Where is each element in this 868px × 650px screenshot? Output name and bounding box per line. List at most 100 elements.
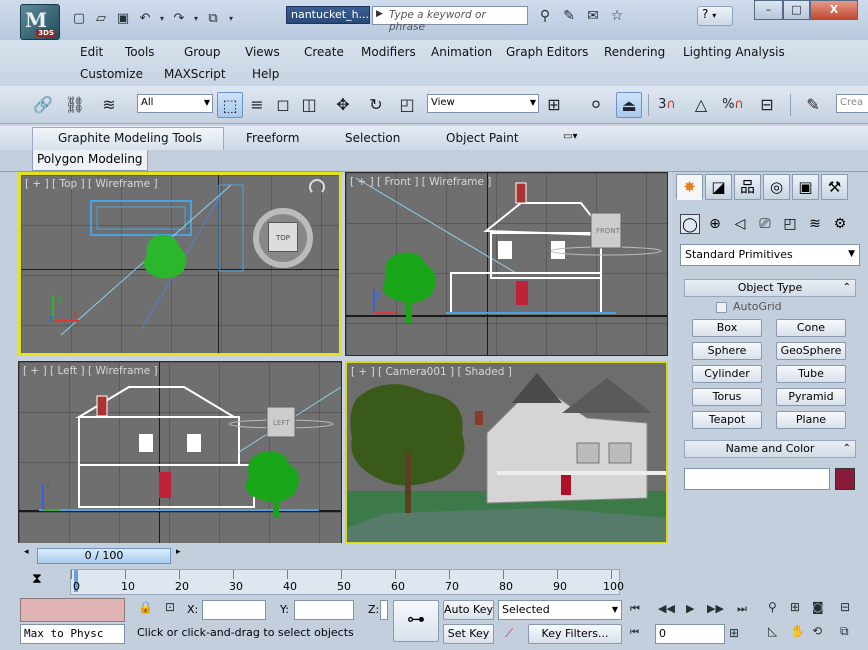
create-panel-tab-icon[interactable]: ✸ xyxy=(676,174,703,200)
maxscript-mini-listener-input[interactable]: Max to Physc xyxy=(20,624,125,644)
current-frame-input[interactable]: 0 xyxy=(655,624,725,644)
key-mode-dropdown[interactable]: Selected ▼ xyxy=(498,600,622,620)
auto-key-button[interactable]: Auto Key xyxy=(443,600,494,620)
geosphere-button[interactable]: GeoSphere xyxy=(776,342,846,360)
viewport-left[interactable]: LEFT z [ + ] [ Left ] [ Wireframe ] xyxy=(18,361,342,544)
set-key-mode-key-icon[interactable]: ⊶ xyxy=(393,600,439,642)
pan-view-icon[interactable]: ✋ xyxy=(790,624,805,638)
viewport-label-front[interactable]: [ + ] [ Front ] [ Wireframe ] xyxy=(350,176,491,188)
save-icon[interactable]: ▣ xyxy=(114,10,132,28)
menu-customize[interactable]: Customize xyxy=(80,67,143,81)
viewport-label-top[interactable]: [ + ] [ Top ] [ Wireframe ] xyxy=(25,178,158,190)
cameras-category-icon[interactable]: ⎚ xyxy=(755,214,775,234)
cylinder-button[interactable]: Cylinder xyxy=(692,365,762,383)
minimize-button[interactable]: – xyxy=(754,0,783,20)
menu-tools[interactable]: Tools xyxy=(125,45,155,59)
set-key-button[interactable]: Set Key xyxy=(443,624,494,644)
keyboard-shortcut-override-icon[interactable]: ⏏ xyxy=(616,92,642,118)
torus-button[interactable]: Torus xyxy=(692,388,762,406)
menu-lighting-analysis[interactable]: Lighting Analysis xyxy=(683,45,785,59)
object-color-swatch[interactable] xyxy=(835,468,855,490)
track-bar[interactable]: 0 10 20 30 40 50 60 70 80 90 100 xyxy=(70,569,624,595)
utilities-panel-tab-icon[interactable]: ⚒ xyxy=(821,174,848,200)
go-to-end-icon[interactable]: ⏭ xyxy=(737,602,747,616)
object-category-dropdown[interactable]: Standard Primitives ▼ xyxy=(680,244,860,266)
tab-graphite-modeling-tools[interactable]: Graphite Modeling Tools xyxy=(58,131,202,145)
select-by-name-icon[interactable]: ≡ xyxy=(244,92,270,118)
snaps-toggle-icon[interactable]: 3∩ xyxy=(654,92,680,118)
select-and-rotate-icon[interactable]: ↻ xyxy=(363,92,389,118)
select-and-move-icon[interactable]: ✥ xyxy=(330,92,356,118)
bind-to-space-warp-icon[interactable]: ≋ xyxy=(96,92,122,118)
quick-access-dropdown-icon[interactable]: ▾ xyxy=(226,10,236,28)
rectangular-selection-region-icon[interactable]: ◻ xyxy=(270,92,296,118)
box-button[interactable]: Box xyxy=(692,319,762,337)
menu-modifiers[interactable]: Modifiers xyxy=(361,45,416,59)
viewport-front[interactable]: FRONT z [ + ] [ Front ] [ Wireframe ] xyxy=(345,172,668,356)
teapot-button[interactable]: Teapot xyxy=(692,411,762,429)
home-icon[interactable] xyxy=(309,179,325,195)
zoom-icon[interactable]: ⚲ xyxy=(768,600,777,614)
menu-rendering[interactable]: Rendering xyxy=(604,45,665,59)
mini-curve-editor-icon[interactable]: ⧗ xyxy=(32,571,42,587)
time-configuration-icon[interactable]: ⊞ xyxy=(729,626,739,640)
viewport-label-left[interactable]: [ + ] [ Left ] [ Wireframe ] xyxy=(23,365,158,377)
favorites-star-icon[interactable]: ☆ xyxy=(608,7,626,25)
viewport-label-camera[interactable]: [ + ] [ Camera001 ] [ Shaded ] xyxy=(351,366,512,378)
menu-create[interactable]: Create xyxy=(304,45,344,59)
previous-frame-arrow-icon[interactable]: ◂ xyxy=(24,547,29,557)
previous-frame-icon[interactable]: ◀◀ xyxy=(658,602,675,615)
help-button[interactable]: ? ▾ xyxy=(697,6,733,26)
info-center-search-input[interactable]: ▶ Type a keyword or phrase xyxy=(372,6,528,33)
use-pivot-center-icon[interactable]: ⊞ xyxy=(541,92,567,118)
go-to-start-icon[interactable]: ⏮ xyxy=(630,602,640,616)
panel-polygon-modeling[interactable]: Polygon Modeling xyxy=(32,150,148,171)
z-coordinate-input[interactable] xyxy=(380,600,388,620)
orbit-icon[interactable]: ⟲ xyxy=(812,624,822,638)
key-filters-button[interactable]: Key Filters... xyxy=(528,624,622,644)
viewport-camera[interactable]: [ + ] [ Camera001 ] [ Shaded ] xyxy=(345,361,668,544)
angle-snap-icon[interactable]: △ xyxy=(688,92,714,118)
play-animation-icon[interactable]: ▶ xyxy=(686,602,694,615)
hierarchy-panel-tab-icon[interactable]: 品 xyxy=(734,174,761,200)
name-and-color-rollout[interactable]: Name and Color ⌃ xyxy=(684,440,856,458)
maxscript-mini-listener-output[interactable] xyxy=(20,598,125,622)
object-type-rollout[interactable]: Object Type ⌃ xyxy=(684,279,856,297)
zoom-extents-icon[interactable]: ◙ xyxy=(812,600,824,614)
menu-edit[interactable]: Edit xyxy=(80,45,103,59)
tab-selection[interactable]: Selection xyxy=(345,131,400,145)
geometry-category-icon[interactable]: ◯ xyxy=(680,214,700,234)
viewcube[interactable]: TOP xyxy=(268,222,298,252)
close-button[interactable]: X xyxy=(810,0,858,20)
open-file-icon[interactable]: ▱ xyxy=(92,10,110,28)
tab-object-paint[interactable]: Object Paint xyxy=(446,131,519,145)
menu-maxscript[interactable]: MAXScript xyxy=(164,67,226,81)
sphere-button[interactable]: Sphere xyxy=(692,342,762,360)
undo-icon[interactable]: ↶ xyxy=(136,10,154,28)
named-selection-input[interactable]: Crea xyxy=(836,94,868,113)
systems-category-icon[interactable]: ⚙ xyxy=(830,214,850,234)
ribbon-options-icon[interactable]: ▭▾ xyxy=(563,131,577,142)
undo-dropdown-icon[interactable]: ▾ xyxy=(158,10,166,28)
selection-filter-dropdown[interactable]: All ▼ xyxy=(137,94,213,113)
binoculars-icon[interactable]: ⚲ xyxy=(536,7,554,25)
menu-animation[interactable]: Animation xyxy=(431,45,492,59)
modify-panel-tab-icon[interactable]: ◪ xyxy=(705,174,732,200)
pyramid-button[interactable]: Pyramid xyxy=(776,388,846,406)
lights-category-icon[interactable]: ◁ xyxy=(730,214,750,234)
menu-views[interactable]: Views xyxy=(245,45,280,59)
edit-named-selection-icon[interactable]: ✎ xyxy=(800,92,826,118)
next-frame-icon[interactable]: ▶▶ xyxy=(707,602,724,615)
x-coordinate-input[interactable] xyxy=(202,600,266,620)
search-expand-icon[interactable]: ▶ xyxy=(376,9,383,19)
select-object-icon[interactable]: ⬚ xyxy=(217,92,243,118)
redo-icon[interactable]: ↷ xyxy=(170,10,188,28)
project-folder-icon[interactable]: ⧉ xyxy=(204,10,222,28)
maximize-button[interactable]: □ xyxy=(783,0,810,20)
y-coordinate-input[interactable] xyxy=(294,600,354,620)
spinner-snap-icon[interactable]: ⊟ xyxy=(754,92,780,118)
reference-coordinate-dropdown[interactable]: View ▼ xyxy=(427,94,539,113)
zoom-extents-all-icon[interactable]: ⊟ xyxy=(840,600,850,614)
redo-dropdown-icon[interactable]: ▾ xyxy=(192,10,200,28)
shapes-category-icon[interactable]: ⊕ xyxy=(705,214,725,234)
